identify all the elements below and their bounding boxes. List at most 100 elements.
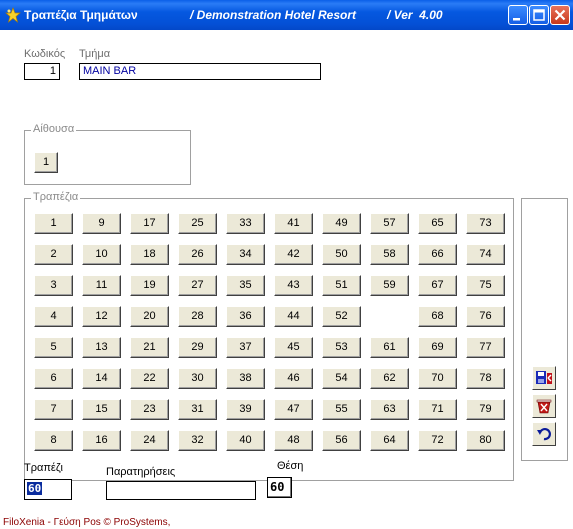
table-button[interactable]: 15	[82, 399, 121, 420]
close-icon	[554, 9, 566, 21]
table-button[interactable]: 6	[34, 368, 73, 389]
table-button[interactable]: 23	[130, 399, 169, 420]
table-button[interactable]: 24	[130, 430, 169, 451]
table-button[interactable]: 1	[34, 213, 73, 234]
table-button[interactable]: 67	[418, 275, 457, 296]
table-button[interactable]: 69	[418, 337, 457, 358]
save-exit-button[interactable]	[532, 366, 556, 390]
table-button[interactable]: 54	[322, 368, 361, 389]
window-title: Τραπέζια Τμημάτων	[24, 8, 138, 22]
notes-field[interactable]	[106, 481, 256, 500]
table-button[interactable]: 27	[178, 275, 217, 296]
table-button[interactable]: 76	[466, 306, 505, 327]
table-button[interactable]: 26	[178, 244, 217, 265]
table-button[interactable]: 51	[322, 275, 361, 296]
table-button[interactable]: 5	[34, 337, 73, 358]
table-button[interactable]: 65	[418, 213, 457, 234]
table-button[interactable]: 43	[274, 275, 313, 296]
table-button[interactable]: 44	[274, 306, 313, 327]
hall-button-1[interactable]: 1	[34, 152, 58, 173]
table-button[interactable]: 18	[130, 244, 169, 265]
table-button[interactable]: 13	[82, 337, 121, 358]
table-button[interactable]: 53	[322, 337, 361, 358]
table-button[interactable]: 75	[466, 275, 505, 296]
notes-label: Παρατηρήσεις	[106, 466, 176, 478]
table-button[interactable]: 77	[466, 337, 505, 358]
table-button[interactable]: 2	[34, 244, 73, 265]
table-button[interactable]: 68	[418, 306, 457, 327]
table-button[interactable]: 31	[178, 399, 217, 420]
table-button[interactable]: 80	[466, 430, 505, 451]
table-button[interactable]: 64	[370, 430, 409, 451]
code-label: Κωδικός	[24, 48, 66, 60]
table-button[interactable]: 66	[418, 244, 457, 265]
table-button[interactable]: 79	[466, 399, 505, 420]
table-button[interactable]: 41	[274, 213, 313, 234]
table-button[interactable]: 49	[322, 213, 361, 234]
table-button[interactable]: 21	[130, 337, 169, 358]
maximize-button[interactable]	[529, 5, 549, 25]
table-button[interactable]: 30	[178, 368, 217, 389]
table-button[interactable]: 55	[322, 399, 361, 420]
table-button[interactable]: 52	[322, 306, 361, 327]
table-button[interactable]: 3	[34, 275, 73, 296]
table-button[interactable]: 35	[226, 275, 265, 296]
table-value: 60	[27, 482, 43, 495]
table-button[interactable]: 46	[274, 368, 313, 389]
table-button[interactable]: 12	[82, 306, 121, 327]
delete-button[interactable]	[532, 394, 556, 418]
code-field[interactable]: 1	[24, 63, 60, 80]
table-button[interactable]: 73	[466, 213, 505, 234]
table-button[interactable]: 57	[370, 213, 409, 234]
table-button[interactable]: 70	[418, 368, 457, 389]
table-button[interactable]: 37	[226, 337, 265, 358]
undo-button[interactable]	[532, 422, 556, 446]
department-field[interactable]: MAIN BAR	[79, 63, 321, 80]
footer-copyright: FiloXenia - Γεύση Pos © ProSystems,	[3, 517, 171, 528]
table-button[interactable]: 61	[370, 337, 409, 358]
table-button[interactable]: 74	[466, 244, 505, 265]
table-button[interactable]: 78	[466, 368, 505, 389]
table-button[interactable]: 58	[370, 244, 409, 265]
table-button[interactable]: 40	[226, 430, 265, 451]
table-button[interactable]: 42	[274, 244, 313, 265]
minimize-button[interactable]	[508, 5, 528, 25]
table-field[interactable]: 60	[24, 479, 72, 500]
table-button[interactable]: 36	[226, 306, 265, 327]
table-button[interactable]: 28	[178, 306, 217, 327]
star-app-icon	[5, 7, 21, 23]
table-button[interactable]: 25	[178, 213, 217, 234]
table-button[interactable]: 50	[322, 244, 361, 265]
position-field: 60	[267, 477, 292, 498]
table-button[interactable]: 39	[226, 399, 265, 420]
table-button[interactable]: 10	[82, 244, 121, 265]
department-label: Τμήμα	[79, 48, 111, 60]
table-button[interactable]: 63	[370, 399, 409, 420]
table-button[interactable]: 34	[226, 244, 265, 265]
table-button[interactable]: 56	[322, 430, 361, 451]
table-button[interactable]: 47	[274, 399, 313, 420]
table-button[interactable]: 38	[226, 368, 265, 389]
table-button[interactable]: 14	[82, 368, 121, 389]
table-button[interactable]: 9	[82, 213, 121, 234]
table-button[interactable]: 17	[130, 213, 169, 234]
table-button[interactable]: 19	[130, 275, 169, 296]
close-button[interactable]	[550, 5, 570, 25]
table-button[interactable]: 16	[82, 430, 121, 451]
table-button[interactable]: 33	[226, 213, 265, 234]
save-exit-icon	[536, 371, 552, 384]
table-button[interactable]: 20	[130, 306, 169, 327]
table-button[interactable]: 71	[418, 399, 457, 420]
table-button[interactable]: 22	[130, 368, 169, 389]
table-button[interactable]: 59	[370, 275, 409, 296]
table-button[interactable]: 29	[178, 337, 217, 358]
table-button[interactable]: 7	[34, 399, 73, 420]
table-button[interactable]: 62	[370, 368, 409, 389]
table-button[interactable]: 72	[418, 430, 457, 451]
table-button[interactable]: 8	[34, 430, 73, 451]
table-button[interactable]: 45	[274, 337, 313, 358]
table-button[interactable]: 32	[178, 430, 217, 451]
table-button[interactable]: 11	[82, 275, 121, 296]
table-button[interactable]: 48	[274, 430, 313, 451]
table-button[interactable]: 4	[34, 306, 73, 327]
